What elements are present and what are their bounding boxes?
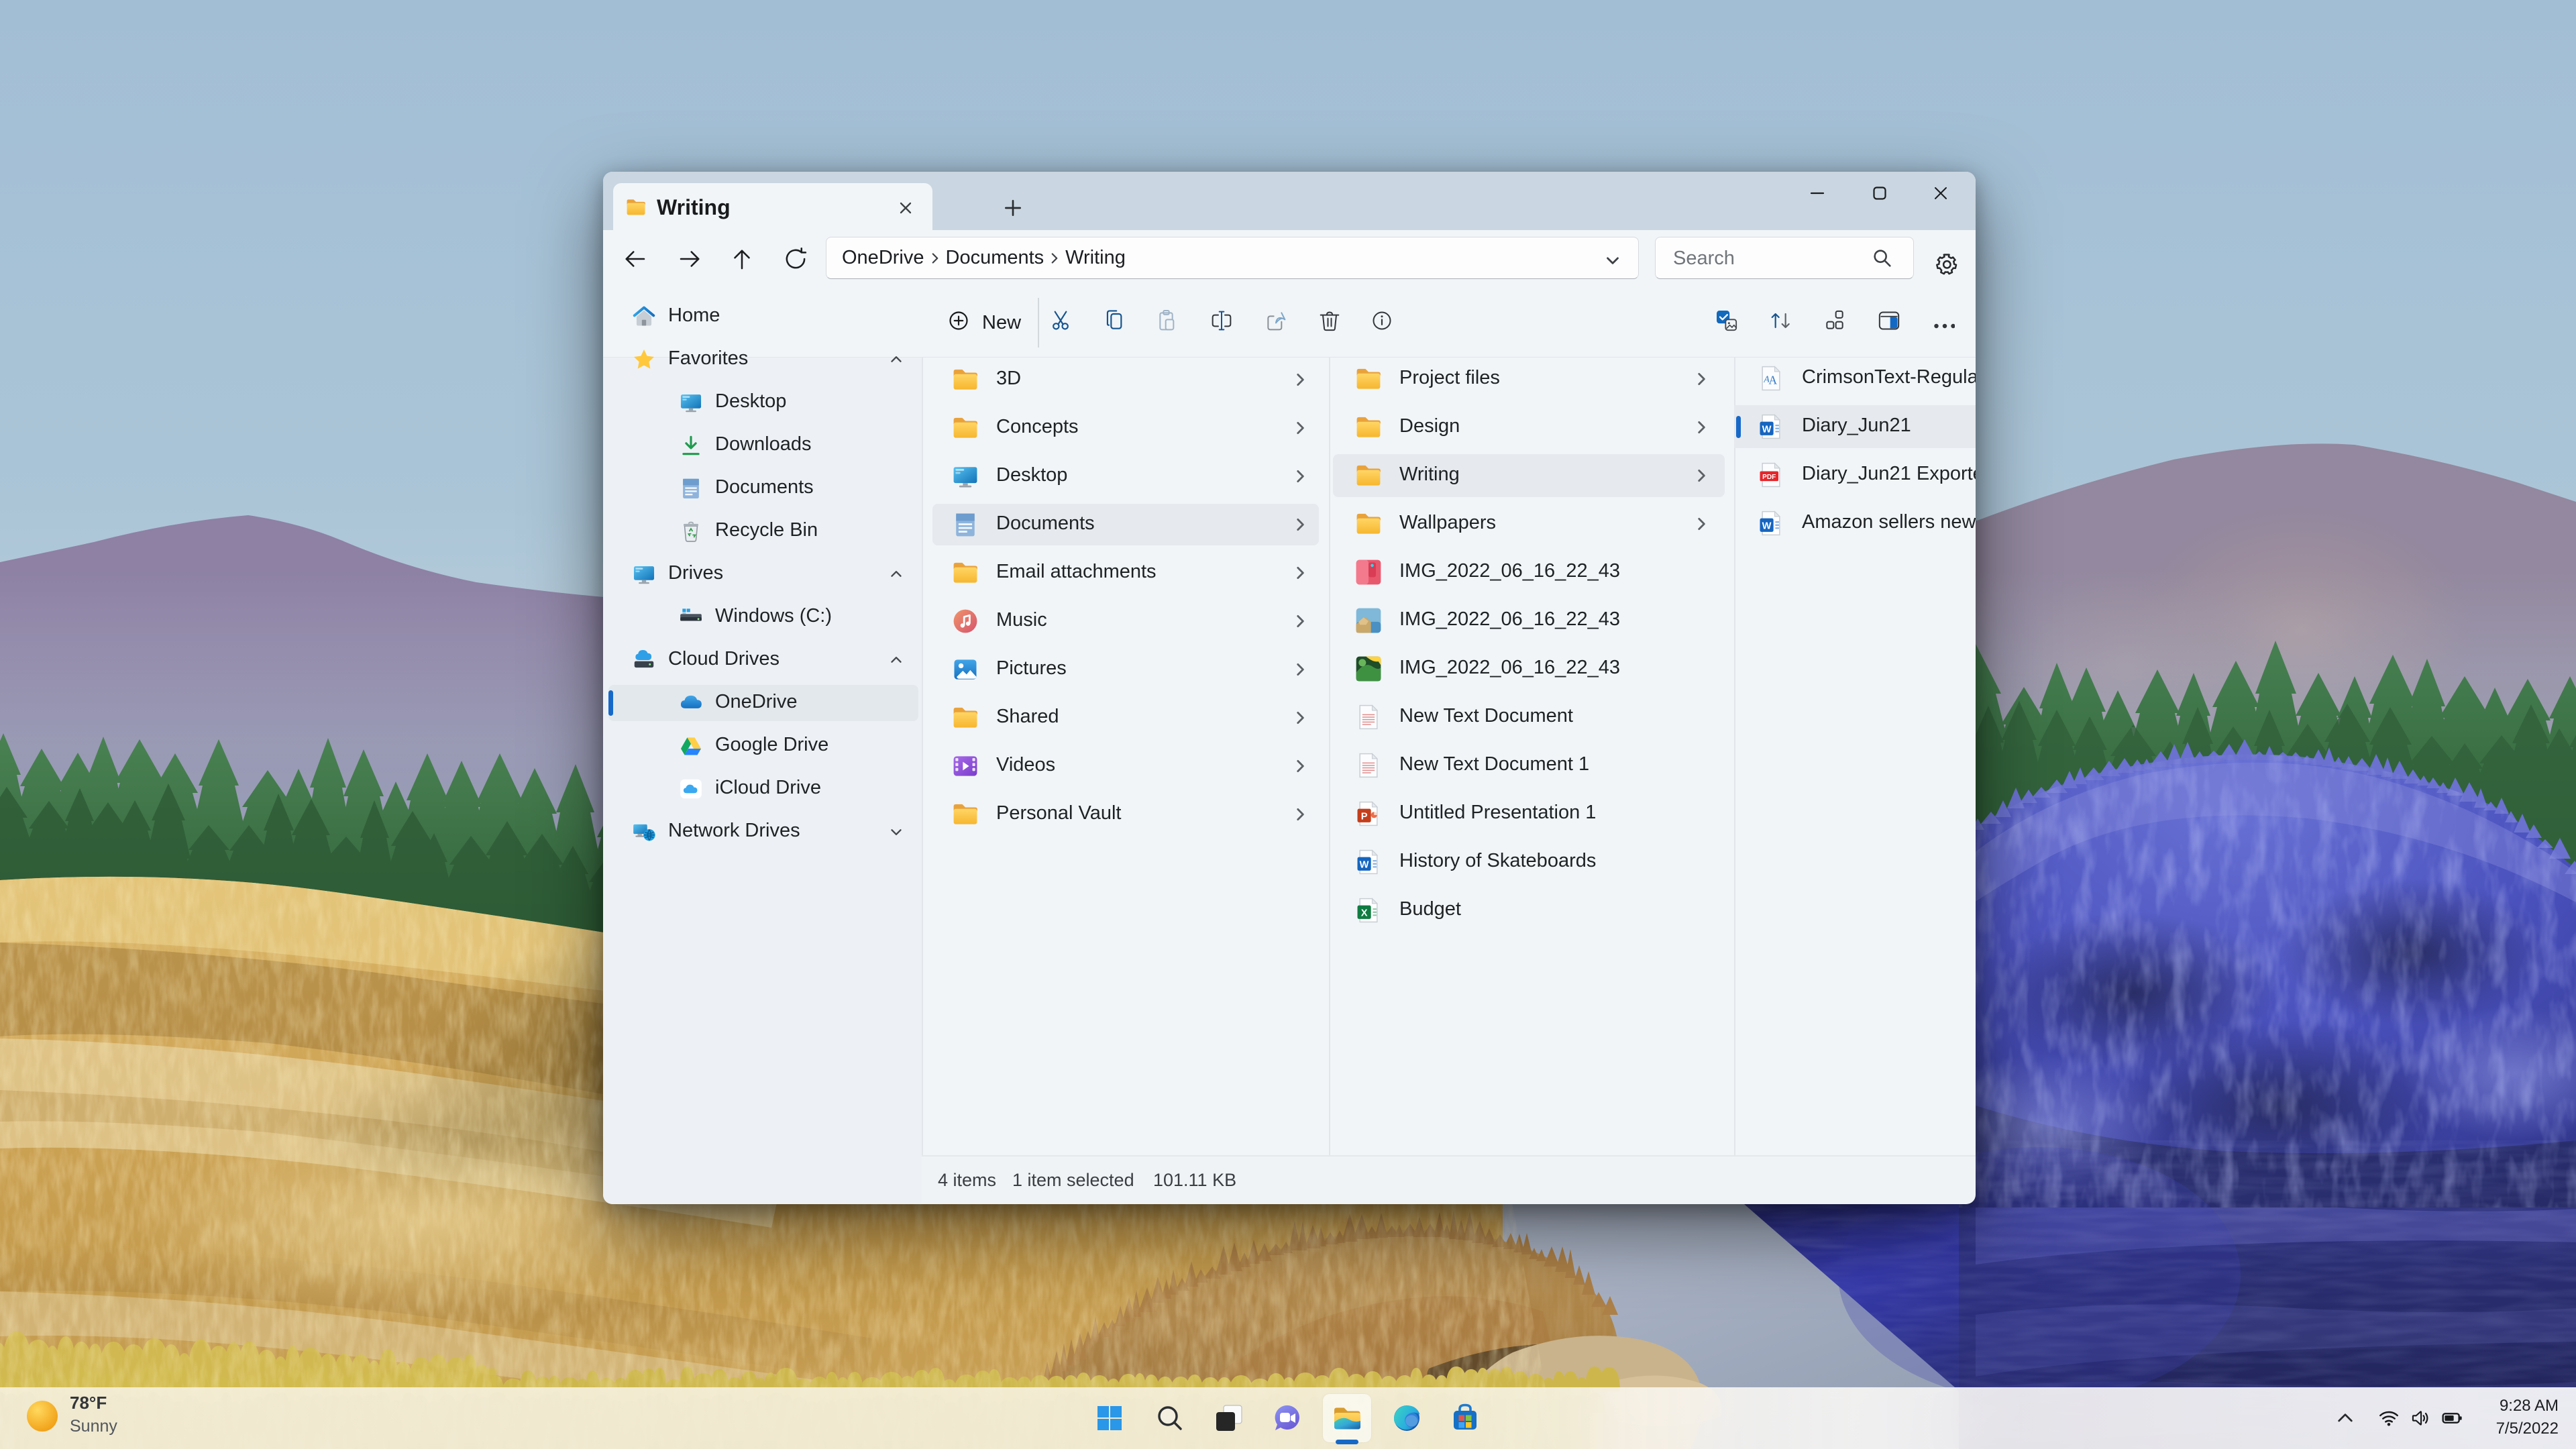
svg-text:W: W	[1762, 424, 1772, 435]
svg-text:PDF: PDF	[1762, 474, 1776, 481]
svg-text:X: X	[1361, 908, 1368, 918]
svg-text:A: A	[1768, 373, 1777, 386]
svg-text:W: W	[1762, 521, 1772, 531]
svg-text:P: P	[1361, 811, 1368, 822]
svg-text:W: W	[1360, 859, 1369, 870]
